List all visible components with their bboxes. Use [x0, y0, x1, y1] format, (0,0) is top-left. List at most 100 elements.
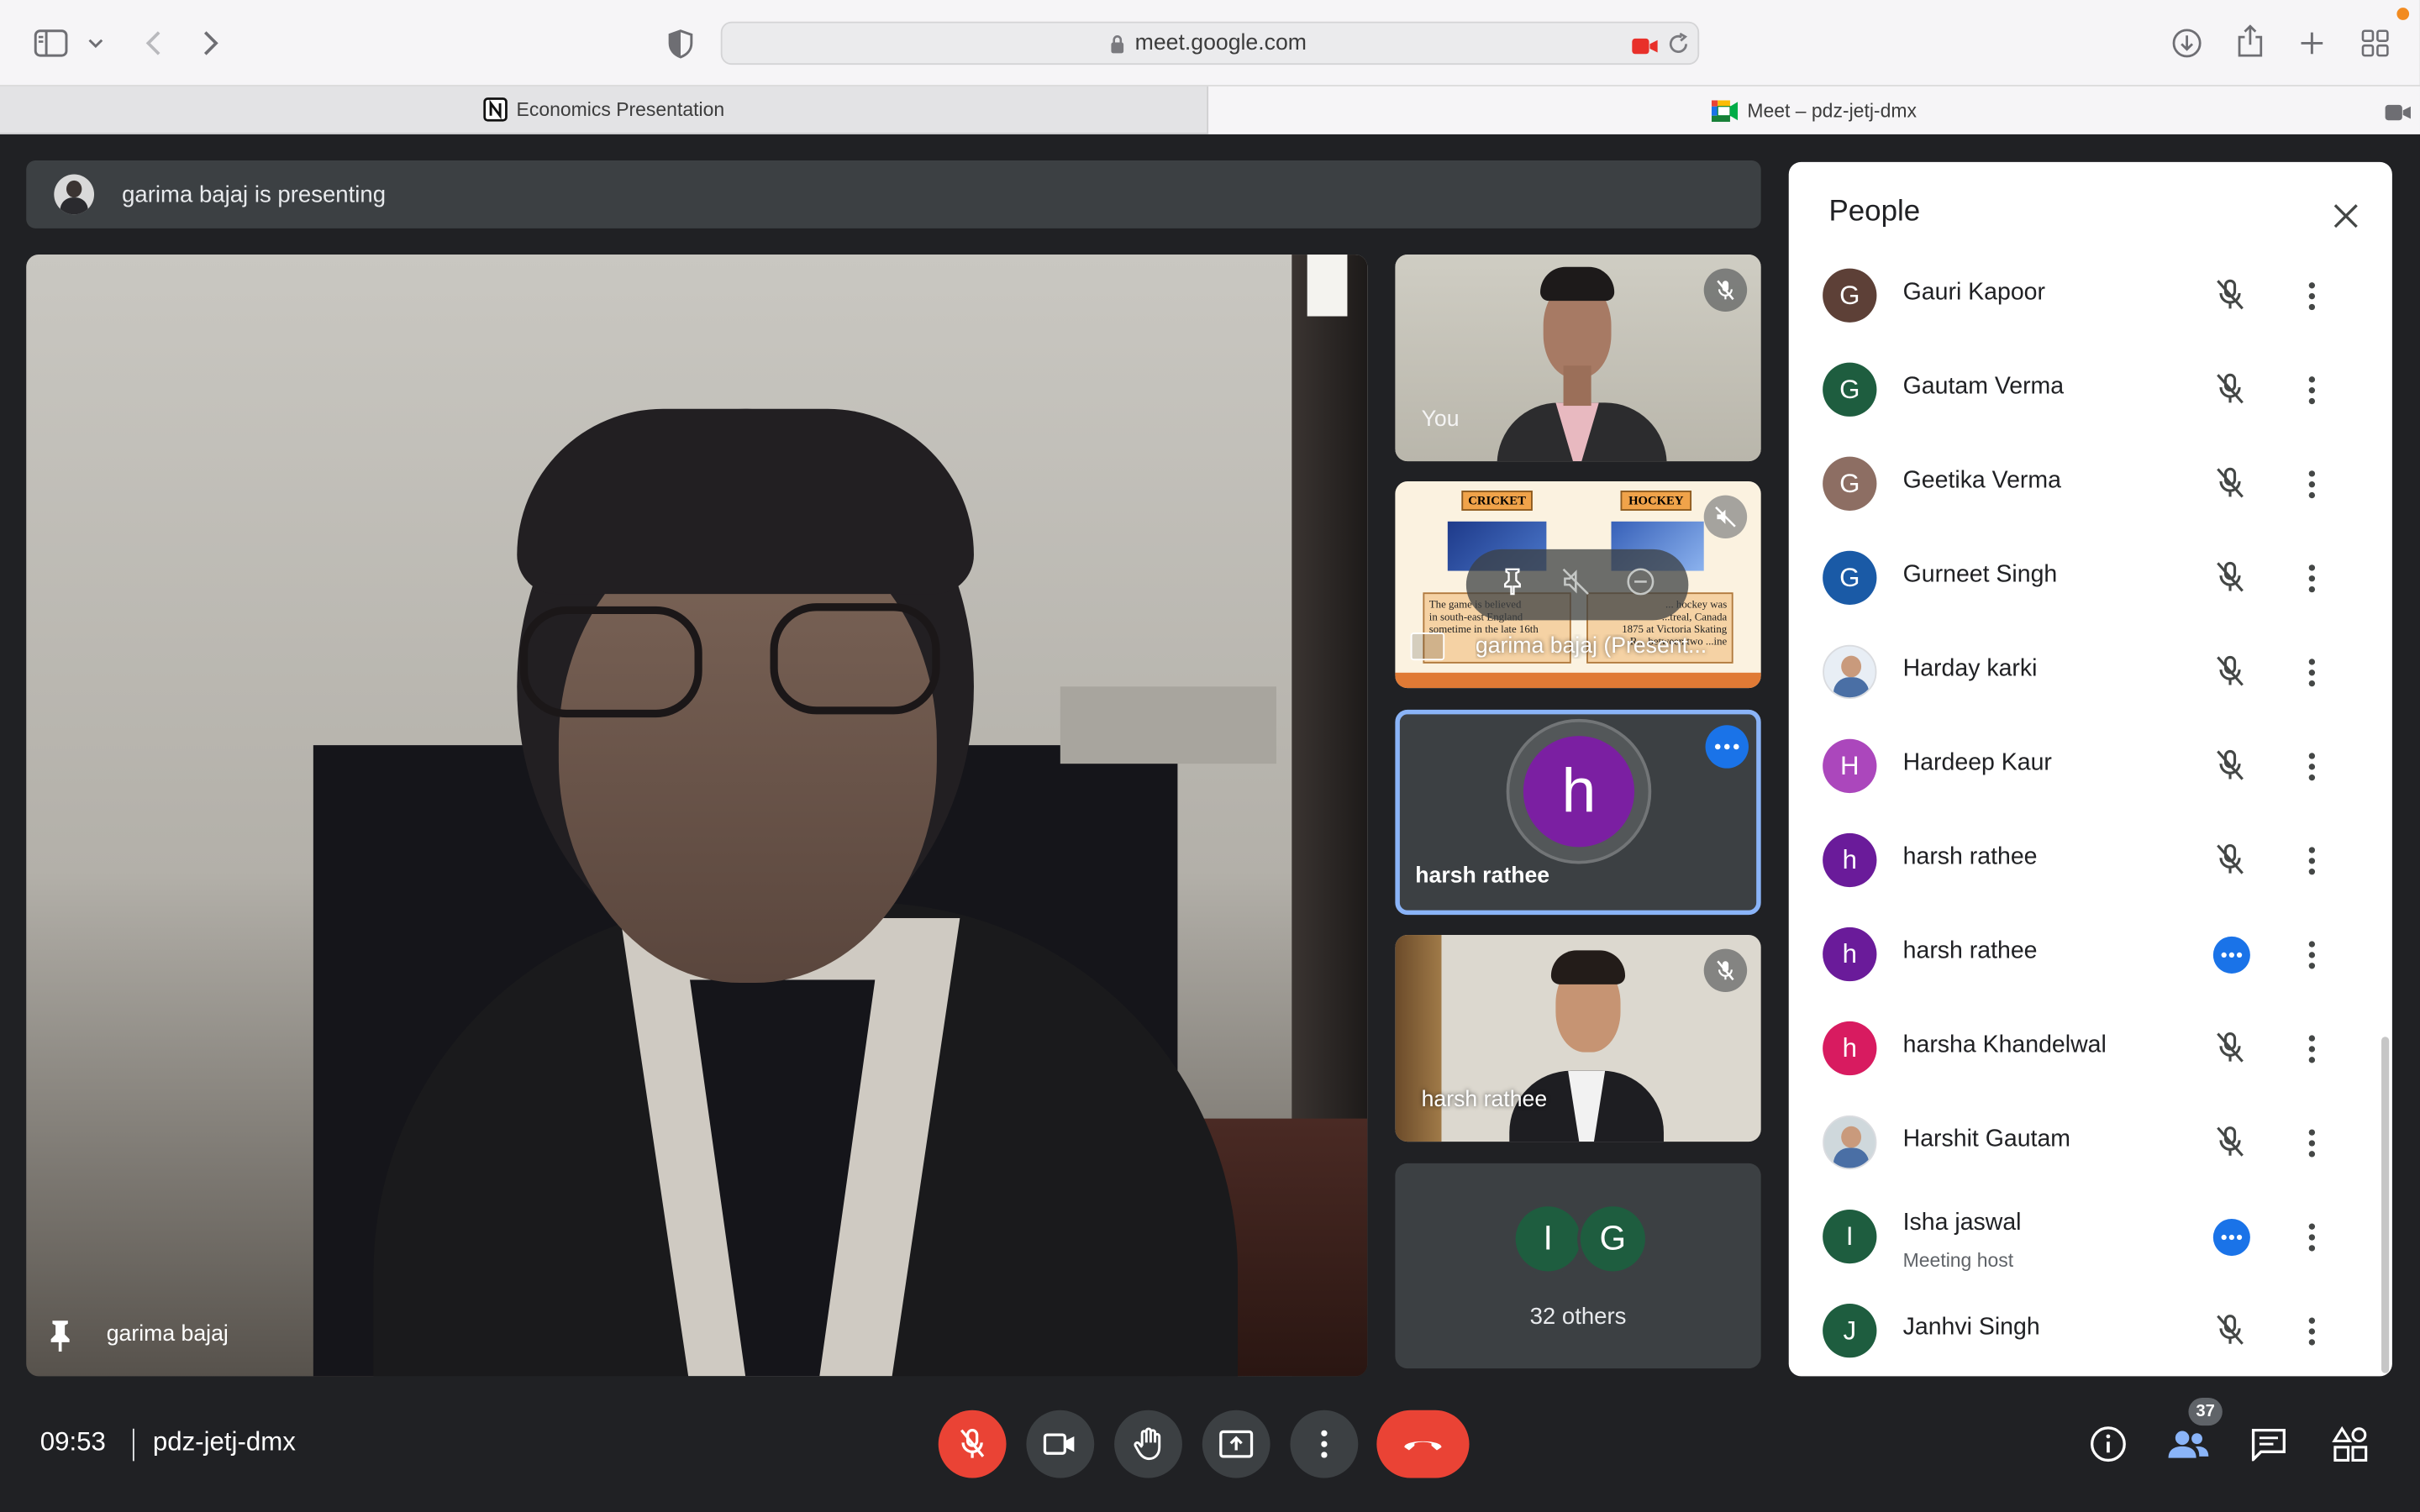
avatar-initial: G — [1839, 468, 1860, 498]
more-options-button[interactable] — [1290, 1410, 1359, 1478]
main-video-name: garima bajaj — [106, 1322, 229, 1347]
people-button[interactable] — [2165, 1421, 2212, 1467]
pin-icon[interactable] — [1500, 567, 1524, 602]
activities-button[interactable] — [2328, 1421, 2374, 1467]
mic-off-icon[interactable] — [2212, 370, 2252, 411]
present-screen-icon — [1219, 1430, 1254, 1458]
more-vert-icon[interactable] — [2291, 1217, 2332, 1257]
mic-off-icon[interactable] — [2212, 841, 2252, 881]
divider — [132, 1428, 134, 1462]
avatar — [54, 174, 95, 215]
more-vert-icon[interactable] — [2291, 559, 2332, 599]
back-icon[interactable] — [136, 24, 170, 61]
sidebar-toggle-icon[interactable] — [31, 24, 71, 61]
participant-row[interactable]: G Gautam Verma — [1789, 343, 2392, 437]
mic-off-icon[interactable] — [2212, 465, 2252, 505]
avatar-initial: G — [1839, 562, 1860, 592]
avatar: h — [1823, 1021, 1877, 1076]
share-icon[interactable] — [2232, 22, 2269, 62]
close-icon[interactable] — [2326, 196, 2366, 236]
more-vert-icon[interactable] — [2291, 276, 2332, 317]
participant-name: harsha Khandelwal — [1902, 1032, 2107, 1058]
tile-name: You — [1421, 407, 1460, 433]
tab-overview-icon[interactable] — [2357, 24, 2394, 61]
avatar: h — [1823, 927, 1877, 982]
mic-off-icon[interactable] — [2212, 1123, 2252, 1163]
mic-off-icon[interactable] — [2212, 276, 2252, 317]
more-vert-icon[interactable] — [2291, 747, 2332, 787]
avatar-initial: G — [1839, 374, 1860, 404]
avatar: H — [1823, 738, 1877, 794]
speaking-indicator-icon — [2212, 936, 2250, 974]
participant-row[interactable]: Harshit Gautam — [1789, 1095, 2392, 1189]
participant-row[interactable]: J Janhvi Singh — [1789, 1284, 2392, 1376]
mic-off-icon[interactable] — [2212, 1029, 2252, 1069]
video-tile-active-speaker[interactable]: h harsh rathee — [1395, 709, 1761, 916]
forward-icon[interactable] — [194, 24, 228, 61]
mic-toggle-button[interactable] — [938, 1410, 1007, 1478]
main-video-tile[interactable]: garima bajaj — [26, 255, 1368, 1377]
participant-name: Isha jaswal — [1902, 1209, 2022, 1236]
avatar: G — [1823, 362, 1877, 417]
participant-row[interactable]: H Hardeep Kaur — [1789, 719, 2392, 813]
leave-call-button[interactable] — [1376, 1410, 1470, 1478]
participant-row[interactable]: G Gurneet Singh — [1789, 531, 2392, 625]
download-icon[interactable] — [2169, 24, 2206, 61]
speaking-indicator-icon — [2212, 1218, 2250, 1257]
participant-row[interactable]: h harsh rathee — [1789, 813, 2392, 907]
tab-economics-presentation[interactable]: Economics Presentation — [0, 86, 1209, 134]
camera-in-use-icon[interactable] — [1631, 35, 1659, 63]
participant-row[interactable]: G Geetika Verma — [1789, 437, 2392, 531]
scrollbar[interactable] — [2381, 1037, 2390, 1373]
tab-meet[interactable]: Meet – pdz-jetj-dmx — [1208, 86, 2420, 134]
pin-icon[interactable] — [45, 1319, 76, 1361]
avatar: G — [1577, 1203, 1649, 1275]
participant-row[interactable]: I Isha jaswal Meeting host — [1789, 1189, 2392, 1284]
present-screen-icon — [1410, 633, 1445, 661]
people-panel: People G Gauri Kapoor G Gautam Verma G Geetik… — [1788, 161, 2392, 1377]
chat-button[interactable] — [2245, 1421, 2291, 1467]
tile-hover-controls — [1465, 549, 1689, 621]
privacy-shield-icon[interactable] — [664, 24, 697, 61]
participant-name: Hardeep Kaur — [1902, 749, 2052, 776]
video-tile-others[interactable]: I G 32 others — [1395, 1163, 1761, 1369]
address-bar[interactable]: meet.google.com — [720, 21, 1700, 66]
participant-name: Harshit Gautam — [1902, 1126, 2071, 1153]
more-vert-icon[interactable] — [2291, 370, 2332, 411]
more-vert-icon[interactable] — [2291, 841, 2332, 881]
more-vert-icon[interactable] — [2291, 465, 2332, 505]
video-tile-participant[interactable]: harsh rathee — [1395, 935, 1761, 1142]
camera-icon — [1043, 1431, 1077, 1456]
avatar — [1823, 1115, 1877, 1170]
slide-label: CRICKET — [1461, 491, 1533, 511]
more-vert-icon[interactable] — [2291, 653, 2332, 693]
video-tile-presentation[interactable]: CRICKET HOCKEY The game is believed in s… — [1395, 481, 1761, 689]
tab-bar: Economics Presentation Meet – pdz-jetj-d… — [0, 86, 2420, 134]
remove-icon[interactable] — [1627, 567, 1655, 602]
participant-row[interactable]: G Gauri Kapoor — [1789, 249, 2392, 343]
video-tile-you[interactable]: You — [1395, 255, 1761, 462]
mic-off-icon[interactable] — [2212, 747, 2252, 787]
present-now-button[interactable] — [1202, 1410, 1270, 1478]
participant-row[interactable]: Harday karki — [1789, 625, 2392, 719]
avatar-initial: h — [1842, 938, 1857, 969]
mic-off-icon[interactable] — [2212, 559, 2252, 599]
meeting-details-button[interactable] — [2085, 1421, 2131, 1467]
more-vert-icon[interactable] — [2291, 1123, 2332, 1163]
reload-icon[interactable] — [1667, 32, 1691, 64]
participant-row[interactable]: h harsha Khandelwal — [1789, 1001, 2392, 1095]
raise-hand-button[interactable] — [1114, 1410, 1182, 1478]
browser-toolbar: meet.google.com — [0, 0, 2420, 87]
new-tab-icon[interactable] — [2293, 24, 2330, 61]
mic-off-icon[interactable] — [2212, 653, 2252, 693]
more-vert-icon[interactable] — [2291, 935, 2332, 975]
participant-row[interactable]: h harsh rathee — [1789, 907, 2392, 1001]
mic-off-icon[interactable] — [2212, 1311, 2252, 1352]
chevron-down-icon[interactable] — [83, 28, 108, 59]
avatar-initial: h — [1842, 844, 1857, 874]
mute-for-me-icon[interactable] — [1562, 567, 1590, 602]
camera-toggle-button[interactable] — [1026, 1410, 1095, 1478]
hand-icon — [1133, 1427, 1164, 1461]
more-vert-icon[interactable] — [2291, 1311, 2332, 1352]
more-vert-icon[interactable] — [2291, 1029, 2332, 1069]
